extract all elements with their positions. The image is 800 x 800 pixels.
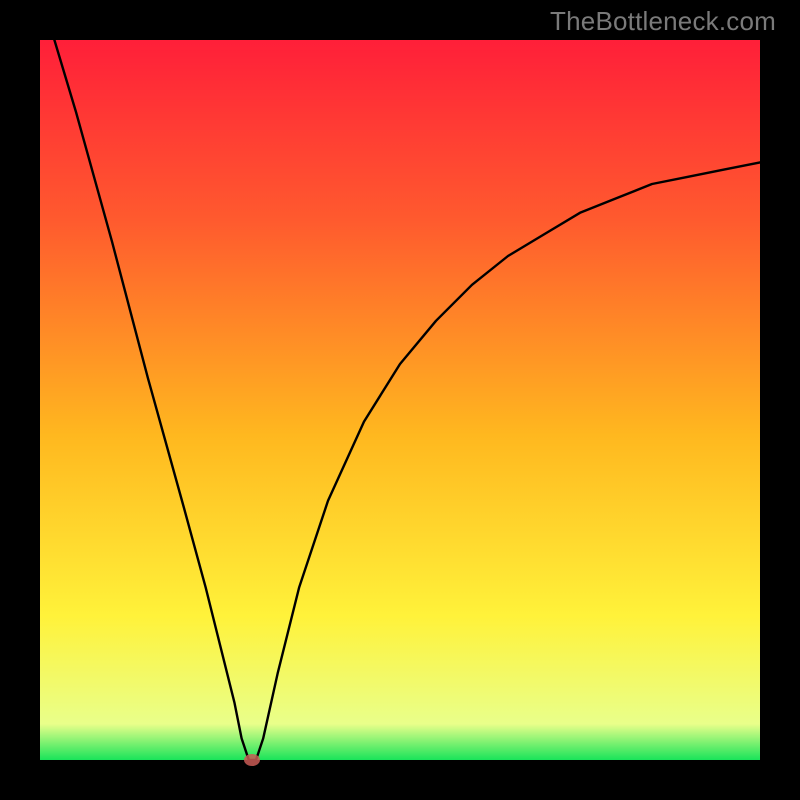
- chart-frame: TheBottleneck.com: [0, 0, 800, 800]
- bottleneck-curve: [40, 40, 760, 760]
- optimum-marker: [244, 754, 260, 766]
- watermark-text: TheBottleneck.com: [550, 6, 776, 37]
- plot-area: [40, 40, 760, 760]
